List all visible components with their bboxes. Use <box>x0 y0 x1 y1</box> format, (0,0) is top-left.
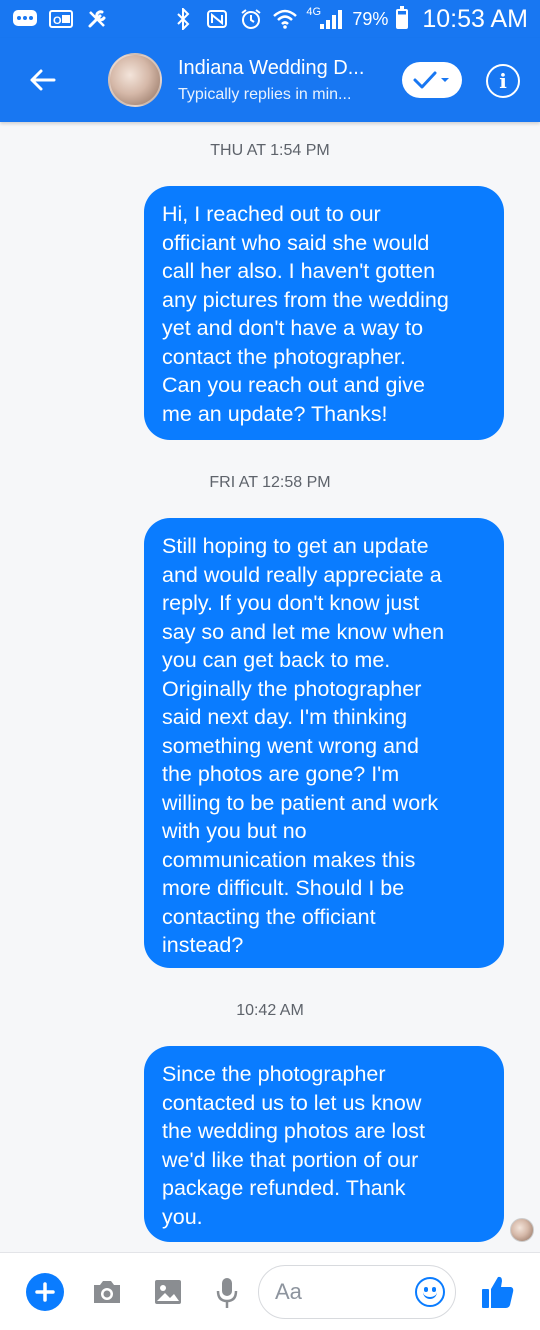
battery-icon <box>396 6 409 29</box>
wifi-icon <box>272 8 298 30</box>
add-button[interactable] <box>26 1273 64 1311</box>
network-type: 4G <box>306 6 322 18</box>
nfc-icon <box>204 8 230 30</box>
info-icon: i <box>499 69 507 93</box>
seen-avatar <box>510 1218 534 1242</box>
camera-icon <box>94 1281 120 1303</box>
bluetooth-icon <box>170 8 196 30</box>
status-bar: O 4G 79% 10:53 AM <box>0 0 540 38</box>
response-time: Typically replies in min... <box>178 85 352 103</box>
message-bubble[interactable]: Since the photographer contacted us to l… <box>144 1046 504 1242</box>
chat-notification-icon <box>12 8 38 30</box>
message-text: Since the photographer contacted us to l… <box>162 1062 425 1229</box>
alarm-icon <box>238 8 264 30</box>
thumbs-up-icon <box>482 1276 514 1308</box>
gallery-button[interactable] <box>152 1277 184 1307</box>
microphone-icon <box>216 1278 238 1308</box>
conversation-header: Indiana Wedding D... Typically replies i… <box>0 38 540 122</box>
voice-button[interactable] <box>214 1275 240 1311</box>
info-button[interactable]: i <box>486 64 520 98</box>
message-placeholder: Aa <box>275 1279 302 1304</box>
svg-text:O: O <box>53 15 62 27</box>
clock: 10:53 AM <box>422 4 528 33</box>
like-button[interactable] <box>480 1273 516 1311</box>
back-button[interactable] <box>0 38 84 122</box>
checkmark-icon <box>413 71 449 89</box>
battery-percent: 79% <box>352 8 389 29</box>
contact-name: Indiana Wedding D... <box>178 56 365 79</box>
message-timestamp: THU AT 1:54 PM <box>210 142 330 159</box>
tools-icon <box>84 8 110 30</box>
image-icon <box>155 1280 181 1304</box>
message-text: Hi, I reached out to our officiant who s… <box>162 202 449 426</box>
contact-avatar[interactable] <box>108 53 162 107</box>
message-timestamp: FRI AT 12:58 PM <box>209 474 331 491</box>
camera-button[interactable] <box>90 1277 124 1307</box>
contact-info[interactable]: Indiana Wedding D... Typically replies i… <box>178 57 388 104</box>
mark-done-button[interactable] <box>402 62 462 98</box>
composer-bar: Aa <box>0 1252 540 1330</box>
message-text: Still hoping to get an update and would … <box>162 534 445 957</box>
message-bubble[interactable]: Still hoping to get an update and would … <box>144 518 504 968</box>
emoji-icon[interactable] <box>415 1277 445 1307</box>
message-timestamp: 10:42 AM <box>236 1002 304 1019</box>
back-arrow-icon <box>30 69 56 91</box>
message-bubble[interactable]: Hi, I reached out to our officiant who s… <box>144 186 504 440</box>
outlook-icon: O <box>48 8 74 30</box>
plus-icon <box>35 1282 55 1302</box>
signal-icon: 4G <box>306 6 344 30</box>
message-input[interactable]: Aa <box>258 1265 456 1319</box>
